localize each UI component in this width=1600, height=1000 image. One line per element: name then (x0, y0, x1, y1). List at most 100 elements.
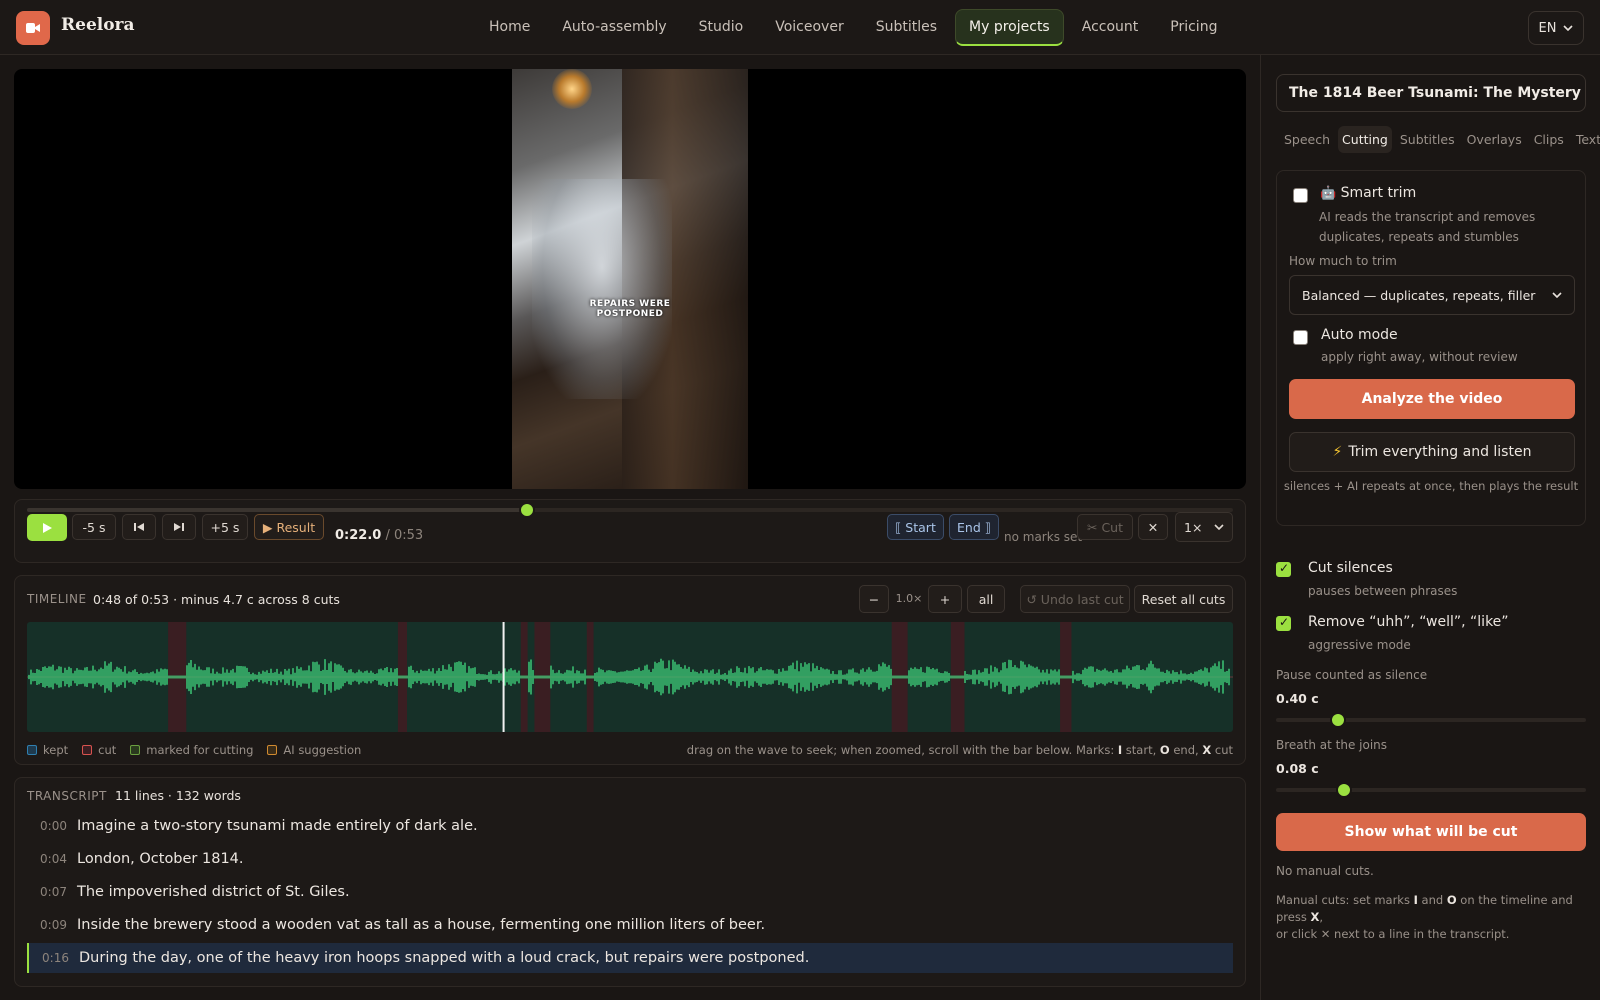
pause-slider-label: Pause counted as silence (1276, 668, 1428, 682)
timeline-info: 0:48 of 0:53 · minus 4.7 c across 8 cuts (93, 592, 340, 607)
nav-item-auto-assembly[interactable]: Auto-assembly (548, 9, 680, 46)
tab-texts[interactable]: Texts (1572, 126, 1600, 153)
waveform[interactable] (27, 622, 1233, 732)
lamp-glow (552, 69, 592, 109)
forward-5s-button[interactable]: +5 s (202, 514, 248, 540)
no-manual-cuts: No manual cuts. (1276, 864, 1374, 878)
language-select[interactable]: EN (1528, 11, 1584, 45)
transcript-line[interactable]: 0:07 The impoverished district of St. Gil… (27, 877, 1233, 907)
tab-subtitles[interactable]: Subtitles (1396, 126, 1459, 153)
trim-level-select[interactable]: Balanced — duplicates, repeats, filler (1289, 275, 1575, 315)
zoom-in-button[interactable]: + (928, 585, 962, 613)
smart-trim-checkbox[interactable] (1293, 188, 1308, 203)
legend-cut: cut (82, 743, 116, 757)
next-frame-button[interactable] (162, 514, 196, 540)
cut-silences-checkbox[interactable] (1276, 561, 1291, 577)
pause-slider[interactable] (1276, 712, 1586, 728)
trim-and-listen-button[interactable]: ⚡ Trim everything and listen (1289, 432, 1575, 472)
transcript-line[interactable]: 0:04 London, October 1814. (27, 844, 1233, 874)
video-preview[interactable]: REPAIRS WERE POSTPONED (14, 69, 1246, 489)
nav-item-subtitles[interactable]: Subtitles (862, 9, 951, 46)
zoom-out-button[interactable]: − (859, 585, 889, 613)
how-much-label: How much to trim (1289, 254, 1397, 268)
breath-slider-handle[interactable] (1336, 782, 1353, 798)
smart-trim-label: 🤖 Smart trim (1320, 185, 1417, 201)
speed-select[interactable]: 1× (1175, 512, 1233, 542)
transcript-timestamp[interactable]: 0:16 (29, 951, 69, 965)
project-title-input[interactable]: The 1814 Beer Tsunami: The Mystery of th… (1276, 74, 1586, 112)
chevron-down-icon (1552, 292, 1562, 298)
seek-progress (27, 508, 528, 512)
seek-handle[interactable] (519, 502, 536, 518)
back-5s-button[interactable]: -5 s (72, 514, 116, 540)
transcript-timestamp[interactable]: 0:00 (27, 819, 67, 833)
transcript-timestamp[interactable]: 0:04 (27, 852, 67, 866)
tab-cutting[interactable]: Cutting (1338, 125, 1392, 153)
trim-level-value: Balanced — duplicates, repeats, filler (1302, 287, 1536, 303)
beer-spray-image (532, 179, 672, 399)
play-button[interactable] (27, 514, 67, 541)
manual-cuts-note: Manual cuts: set marks I and O on the ti… (1276, 893, 1573, 941)
undo-cut-button[interactable]: ↺ Undo last cut (1020, 585, 1130, 613)
transcript-line[interactable]: 0:00 Imagine a two-story tsunami made ent… (27, 811, 1233, 841)
language-value: EN (1538, 20, 1557, 36)
clear-marks-button[interactable]: ✕ (1138, 514, 1168, 540)
zoom-all-button[interactable]: all (967, 585, 1005, 613)
auto-mode-label: Auto mode (1321, 327, 1398, 343)
remove-fillers-checkbox[interactable] (1276, 615, 1291, 631)
breath-slider[interactable] (1276, 782, 1586, 798)
mark-end-button[interactable]: End ⟧ (949, 514, 999, 540)
cut-silences-label: Cut silences (1308, 560, 1393, 576)
reset-cuts-button[interactable]: Reset all cuts (1134, 585, 1233, 613)
remove-fillers-desc: aggressive mode (1308, 638, 1411, 652)
logo-icon[interactable] (16, 11, 50, 45)
prev-frame-button[interactable] (122, 514, 156, 540)
auto-mode-checkbox[interactable] (1293, 330, 1308, 345)
tab-overlays[interactable]: Overlays (1463, 126, 1526, 153)
prev-frame-icon (134, 523, 144, 531)
nav-item-my-projects[interactable]: My projects (955, 9, 1064, 46)
lightning-icon: ⚡ (1332, 444, 1343, 460)
pause-slider-handle[interactable] (1330, 712, 1346, 728)
right-panel: The 1814 Beer Tsunami: The Mystery of th… (1260, 55, 1600, 1000)
legend-marked: marked for cutting (130, 743, 253, 757)
tab-clips[interactable]: Clips (1530, 126, 1568, 153)
panel-tabs: SpeechCuttingSubtitlesOverlaysClipsTexts… (1276, 122, 1600, 156)
nav-item-home[interactable]: Home (475, 9, 544, 46)
timeline-legend: kept cut marked for cutting AI suggestio… (27, 743, 361, 757)
transcript-timestamp[interactable]: 0:07 (27, 885, 67, 899)
mark-start-button[interactable]: ⟦ Start (887, 514, 944, 540)
nav-item-voiceover[interactable]: Voiceover (761, 9, 857, 46)
playhead[interactable] (502, 622, 505, 732)
speed-value: 1× (1184, 519, 1203, 535)
transcript-text: The impoverished district of St. Giles. (77, 884, 350, 900)
nav-item-pricing[interactable]: Pricing (1156, 9, 1231, 46)
total-time: / 0:53 (381, 528, 424, 543)
timeline-label: TIMELINE (27, 592, 87, 606)
brand-name[interactable]: Reelora (61, 15, 135, 35)
auto-mode-desc: apply right away, without review (1321, 350, 1518, 364)
tab-speech[interactable]: Speech (1280, 126, 1334, 153)
nav-item-studio[interactable]: Studio (685, 9, 758, 46)
time-display: 0:22.0 / 0:53 (335, 528, 423, 543)
nav-item-account[interactable]: Account (1068, 9, 1153, 46)
next-frame-icon (174, 523, 184, 531)
analyze-video-button[interactable]: Analyze the video (1289, 379, 1575, 419)
timeline-panel: TIMELINE 0:48 of 0:53 · minus 4.7 c acro… (14, 575, 1246, 765)
result-button[interactable]: ▶ Result (254, 514, 324, 540)
seek-bar[interactable] (27, 502, 1233, 518)
transcript-text: Imagine a two-story tsunami made entirel… (77, 818, 478, 834)
video-caption: REPAIRS WERE POSTPONED (512, 299, 748, 319)
smart-trim-card: 🤖 Smart trim AI reads the transcript and… (1276, 170, 1586, 526)
transcript-timestamp[interactable]: 0:09 (27, 918, 67, 932)
transcript-line[interactable]: 0:16 During the day, one of the heavy iro… (27, 943, 1233, 973)
timeline-hint: drag on the wave to seek; when zoomed, s… (686, 743, 1233, 757)
cut-button[interactable]: ✂ Cut (1077, 514, 1133, 540)
waveform-path (28, 658, 1230, 696)
show-cuts-button[interactable]: Show what will be cut (1276, 813, 1586, 851)
transcript-line[interactable]: 0:09 Inside the brewery stood a wooden va… (27, 910, 1233, 940)
cut-silences-desc: pauses between phrases (1308, 584, 1458, 598)
top-bar: Reelora Home Auto-assembly Studio Voiceover… (0, 0, 1600, 55)
current-time: 0:22.0 (335, 528, 382, 543)
transcript-text: London, October 1814. (77, 851, 244, 867)
